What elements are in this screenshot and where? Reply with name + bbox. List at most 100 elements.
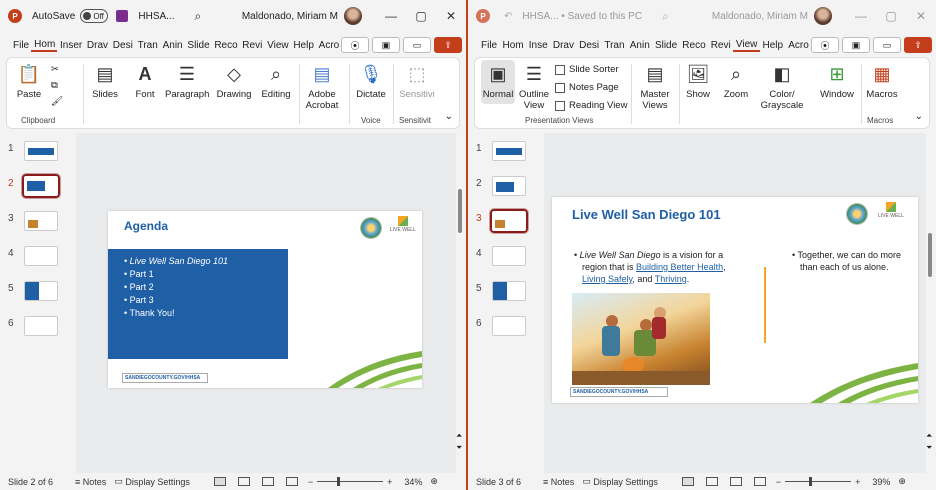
- tab-file[interactable]: File: [478, 40, 499, 51]
- tab-home[interactable]: Hom: [499, 40, 525, 51]
- slide-sorter-icon[interactable]: [237, 477, 250, 486]
- user-name[interactable]: Maldonado, Miriam M: [242, 11, 338, 22]
- tab-review[interactable]: Revi: [239, 40, 264, 51]
- zoom-level[interactable]: 34%: [404, 477, 422, 487]
- minimize-icon[interactable]: —: [376, 9, 406, 23]
- slide-title[interactable]: Agenda: [124, 219, 168, 233]
- tab-draw[interactable]: Drav: [550, 40, 576, 51]
- zoom-level[interactable]: 39%: [872, 477, 890, 487]
- macros-button[interactable]: ▦ Macros: [863, 62, 901, 101]
- maximize-icon[interactable]: ▢: [406, 9, 436, 23]
- collapse-ribbon-icon[interactable]: ⌄: [445, 111, 453, 122]
- tab-design[interactable]: Desi: [576, 40, 601, 51]
- tab-help[interactable]: Help: [290, 40, 315, 51]
- cut-icon[interactable]: ✂: [51, 64, 59, 75]
- vertical-scrollbar[interactable]: ⏶ ⏷: [926, 133, 934, 463]
- comments-button[interactable]: ▭: [403, 37, 431, 53]
- present-button[interactable]: ▣: [372, 37, 400, 53]
- paste-button[interactable]: 📋 Paste: [13, 62, 45, 101]
- user-name[interactable]: Maldonado, Miriam M: [712, 11, 808, 22]
- normal-view-button[interactable]: ▣ Normal: [481, 60, 515, 104]
- notes-button[interactable]: ≡ Notes: [543, 477, 574, 487]
- thumbnail-5[interactable]: 5: [468, 281, 542, 311]
- search-icon[interactable]: ⌕: [195, 9, 202, 24]
- thumbnail-4[interactable]: 4: [468, 246, 542, 276]
- font-button[interactable]: A Font: [127, 62, 163, 101]
- present-button[interactable]: ▣: [842, 37, 870, 53]
- avatar[interactable]: [344, 7, 362, 25]
- tab-transitions[interactable]: Tran: [135, 40, 160, 51]
- thumbnail-2[interactable]: 2: [0, 173, 74, 206]
- notes-button[interactable]: ≡ Notes: [75, 477, 106, 487]
- reading-view-icon[interactable]: [729, 477, 742, 486]
- file-name[interactable]: HHSA...: [138, 11, 174, 22]
- next-slide-icon[interactable]: ⏷: [456, 443, 462, 453]
- tab-transitions[interactable]: Tran: [601, 40, 626, 51]
- fit-to-window-icon[interactable]: ⊕: [898, 476, 906, 487]
- thumbnail-1[interactable]: 1: [468, 141, 542, 171]
- vertical-scrollbar[interactable]: ⏶ ⏷: [456, 133, 464, 463]
- slide-title[interactable]: Live Well San Diego 101: [572, 207, 721, 222]
- tab-slide-show[interactable]: Slide: [652, 40, 679, 51]
- normal-view-icon[interactable]: [681, 477, 694, 486]
- link-building-better-health[interactable]: Building Better Health: [636, 262, 723, 272]
- thumbnail-6[interactable]: 6: [0, 316, 74, 346]
- maximize-icon[interactable]: ▢: [876, 9, 906, 23]
- tab-acrobat[interactable]: Acro: [785, 40, 811, 51]
- normal-view-icon[interactable]: [213, 477, 226, 486]
- show-button[interactable]: 🖼 Show: [681, 62, 715, 101]
- url-box[interactable]: SANDIEGOCOUNTY.GOV/HHSA: [570, 387, 668, 397]
- reading-view-icon[interactable]: [261, 477, 274, 486]
- paragraph-button[interactable]: ☰ Paragraph: [165, 62, 209, 101]
- agenda-box[interactable]: Live Well San Diego 101 Part 1 Part 2 Pa…: [108, 249, 288, 359]
- slide-show-icon[interactable]: [753, 477, 766, 486]
- tab-insert[interactable]: Inser: [57, 40, 84, 51]
- autosave-toggle[interactable]: Off: [80, 9, 109, 23]
- slide-sorter-button[interactable]: Slide Sorter: [555, 64, 619, 75]
- thumbnail-3[interactable]: 3: [468, 208, 542, 241]
- tab-design[interactable]: Desi: [110, 40, 135, 51]
- slide-show-icon[interactable]: [285, 477, 298, 486]
- close-icon[interactable]: ✕: [906, 9, 936, 23]
- reading-view-button[interactable]: Reading View: [555, 100, 627, 111]
- slide-2[interactable]: Agenda LIVE WELL Live Well San Diego 101…: [108, 211, 422, 388]
- tab-animations[interactable]: Anin: [627, 40, 652, 51]
- slide-sorter-icon[interactable]: [705, 477, 718, 486]
- thumbnail-6[interactable]: 6: [468, 316, 542, 346]
- tab-home[interactable]: Hom: [31, 39, 58, 52]
- slide-3[interactable]: Live Well San Diego 101 LIVE WELL • Live…: [552, 197, 918, 403]
- tab-slide-show[interactable]: Slide: [184, 40, 211, 51]
- sensitivity-button[interactable]: ⬚ Sensitivi: [397, 62, 437, 101]
- display-settings-button[interactable]: ▭ Display Settings: [582, 476, 658, 487]
- tab-file[interactable]: File: [10, 40, 31, 51]
- together-text[interactable]: • Together, we can do more than each of …: [792, 249, 902, 273]
- url-box[interactable]: SANDIEGOCOUNTY.GOV/HHSA: [122, 373, 208, 383]
- vision-text[interactable]: • Live Well San Diego is a vision for a …: [574, 249, 744, 285]
- thumbnail-4[interactable]: 4: [0, 246, 74, 276]
- minimize-icon[interactable]: —: [846, 9, 876, 23]
- window-button[interactable]: ⊞ Window: [815, 62, 859, 101]
- drawing-button[interactable]: ◇ Drawing: [215, 62, 253, 101]
- zoom-button[interactable]: ⌕ Zoom: [719, 62, 753, 101]
- adobe-acrobat-button[interactable]: ▤ Adobe Acrobat: [301, 62, 343, 112]
- slides-button[interactable]: ▤ Slides: [87, 62, 123, 101]
- record-button[interactable]: ⦿: [341, 37, 369, 53]
- thumbnail-1[interactable]: 1: [0, 141, 74, 171]
- tab-help[interactable]: Help: [760, 40, 786, 51]
- tab-animations[interactable]: Anin: [160, 40, 185, 51]
- zoom-slider[interactable]: − +: [308, 477, 393, 487]
- link-thriving[interactable]: Thriving: [655, 274, 687, 284]
- notes-page-button[interactable]: Notes Page: [555, 82, 619, 93]
- color-grayscale-button[interactable]: ◧ Color/ Grayscale: [757, 62, 807, 112]
- editing-button[interactable]: ⌕ Editing: [257, 62, 295, 101]
- tab-acrobat[interactable]: Acro: [316, 40, 341, 51]
- outline-view-button[interactable]: ☰ Outline View: [517, 62, 551, 112]
- file-name[interactable]: HHSA... • Saved to this PC: [522, 11, 642, 22]
- slide-canvas[interactable]: Live Well San Diego 101 LIVE WELL • Live…: [544, 133, 926, 473]
- tab-view[interactable]: View: [732, 39, 760, 52]
- zoom-out-icon[interactable]: −: [308, 477, 313, 487]
- thumbnail-3[interactable]: 3: [0, 211, 74, 241]
- zoom-in-icon[interactable]: +: [387, 477, 392, 487]
- comments-button[interactable]: ▭: [873, 37, 901, 53]
- tab-view[interactable]: View: [264, 40, 290, 51]
